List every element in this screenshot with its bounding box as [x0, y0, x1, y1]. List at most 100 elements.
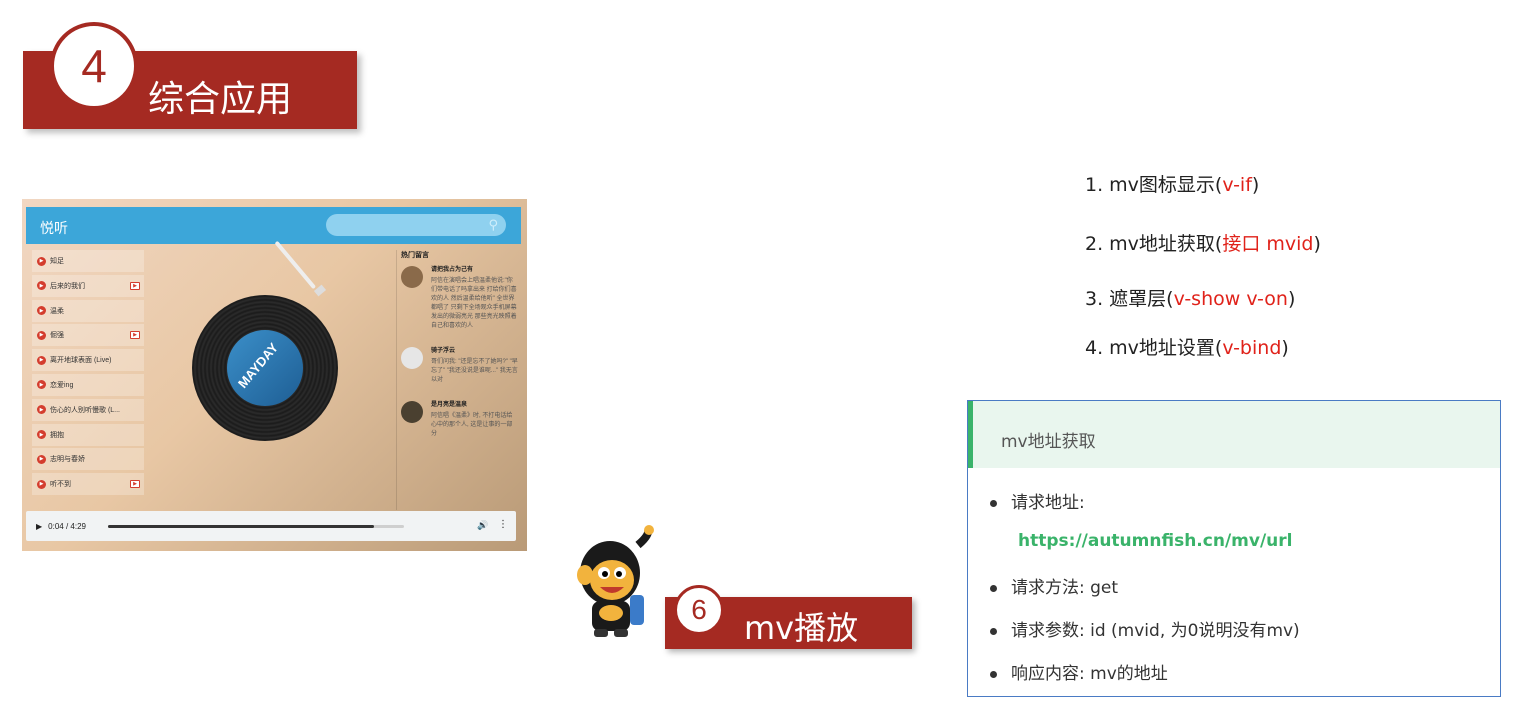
- api-detail-item: 响应内容: mv的地址: [990, 659, 1168, 684]
- song-title: 温柔: [50, 307, 64, 315]
- bullet-icon: [990, 670, 997, 678]
- avatar: [401, 401, 423, 423]
- step-text: 3. 遮罩层(: [1085, 288, 1174, 310]
- song-item[interactable]: ▶ 离开地球表面 (Live): [32, 349, 144, 372]
- play-icon[interactable]: ▶: [37, 479, 46, 489]
- song-item[interactable]: ▶ 后来的我们 ▶: [32, 274, 144, 297]
- song-item[interactable]: ▶ 听不到 ▶: [32, 473, 144, 496]
- api-detail-text: 请求地址:: [1011, 493, 1085, 513]
- play-icon[interactable]: ▶: [37, 454, 46, 464]
- api-detail-item: 请求参数: id (mvid, 为0说明没有mv): [990, 616, 1300, 641]
- tonearm: [274, 240, 317, 290]
- step-highlight: 接口 mvid: [1222, 233, 1314, 255]
- step-suffix: ): [1313, 233, 1321, 255]
- song-item[interactable]: ▶ 知足: [32, 250, 144, 272]
- comments-title: 热门留言: [401, 252, 429, 259]
- song-item[interactable]: ▶ 志明与春娇: [32, 448, 144, 471]
- mv-section-number: 6: [674, 585, 724, 635]
- mv-section-title: mv播放: [744, 609, 859, 647]
- api-detail-text: 请求参数: id (mvid, 为0说明没有mv): [1011, 621, 1300, 641]
- comment-text: 阿信在演唱会上唱温柔他说:"你们带电话了吗拿出来 打给你们喜欢的人 然后温柔给他…: [431, 278, 517, 329]
- api-detail-item: 请求地址:: [990, 488, 1085, 513]
- api-detail-text: 响应内容: mv的地址: [1011, 664, 1168, 684]
- step-highlight: v-show v-on: [1173, 288, 1288, 310]
- comment-author: 是月亮是温泉: [431, 402, 468, 408]
- step-suffix: ): [1287, 288, 1296, 310]
- step-suffix: ): [1281, 337, 1289, 359]
- song-item[interactable]: ▶ 倔强 ▶: [32, 324, 144, 347]
- song-title: 恋爱ing: [50, 381, 74, 389]
- bullet-icon: [990, 499, 997, 507]
- search-icon[interactable]: ⚲: [488, 217, 498, 233]
- song-item[interactable]: ▶ 温柔: [32, 299, 144, 322]
- api-detail-item: 请求方法: get: [990, 573, 1118, 598]
- step-item: 3. 遮罩层(v-show v-on): [1085, 284, 1295, 311]
- song-title: 志明与春娇: [50, 456, 85, 464]
- comments-panel: 热门留言 请把我占为己有阿信在演唱会上唱温柔他说:"你们带电话了吗拿出来 打给你…: [396, 250, 518, 510]
- comment-item: 请把我占为己有阿信在演唱会上唱温柔他说:"你们带电话了吗拿出来 打给你们喜欢的人…: [401, 266, 518, 331]
- step-highlight: v-bind: [1222, 337, 1282, 359]
- song-list: ▶ 知足 ▶ 后来的我们 ▶ ▶ 温柔 ▶ 倔强 ▶ ▶ 离开地球表面 (Live) ▶ 恋爱ing ▶ 伤心…: [32, 250, 144, 510]
- section-number: 4: [50, 22, 138, 110]
- card-header: mv地址获取: [968, 401, 1500, 468]
- avatar: [401, 347, 423, 369]
- step-highlight: v-if: [1222, 174, 1252, 196]
- song-item[interactable]: ▶ 拥抱: [32, 423, 144, 446]
- play-icon[interactable]: ▶: [36, 522, 42, 531]
- song-title: 伤心的人别听慢歌 (L...: [50, 406, 121, 414]
- play-icon[interactable]: ▶: [37, 380, 46, 390]
- step-item: 4. mv地址设置(v-bind): [1085, 333, 1289, 360]
- avatar: [401, 266, 423, 288]
- song-item[interactable]: ▶ 伤心的人别听慢歌 (L...: [32, 398, 144, 421]
- mv-icon[interactable]: ▶: [130, 480, 140, 489]
- section-title: 综合应用: [148, 79, 293, 120]
- song-title: 后来的我们: [50, 282, 85, 290]
- play-icon[interactable]: ▶: [37, 256, 46, 266]
- bullet-icon: [990, 584, 997, 592]
- player-time: 0:04 / 4:29: [48, 521, 86, 531]
- card-title: mv地址获取: [1001, 432, 1096, 452]
- comment-text: 哥们问我: "还是忘不了她吗?" "早忘了" "我还没说是谁呢..." 我无言以…: [431, 359, 518, 383]
- app-screenshot: 悦听 ⚲ ▶ 知足 ▶ 后来的我们 ▶ ▶ 温柔 ▶ 倔强 ▶ ▶ 离开地球表面 (Live) ▶ 恋爱i…: [22, 199, 527, 551]
- play-icon[interactable]: ▶: [37, 281, 46, 291]
- song-title: 知足: [50, 258, 64, 265]
- comment-item: 是月亮是温泉阿信唱《温柔》时, 不打电话给心中的那个人, 这是让事的一部分: [401, 401, 518, 439]
- api-info-card: mv地址获取 请求地址: 请求方法: get 请求参数: id (mvid, 为0说…: [967, 400, 1501, 697]
- play-icon[interactable]: ▶: [37, 405, 46, 415]
- search-input[interactable]: ⚲: [326, 214, 506, 236]
- api-url-link[interactable]: https://autumnfish.cn/mv/url: [1018, 531, 1292, 551]
- app-logo: 悦听: [40, 221, 68, 237]
- song-item[interactable]: ▶ 恋爱ing: [32, 373, 144, 396]
- progress-fill: [108, 525, 375, 528]
- app-header: 悦听 ⚲: [26, 207, 521, 244]
- comment-author: 请把我占为己有: [431, 267, 474, 273]
- progress-bar[interactable]: [108, 525, 404, 528]
- comment-text: 阿信唱《温柔》时, 不打电话给心中的那个人, 这是让事的一部分: [431, 413, 513, 437]
- play-icon[interactable]: ▶: [37, 330, 46, 340]
- volume-icon[interactable]: 🔊: [477, 520, 488, 531]
- vinyl-record: MAYDAY: [192, 295, 338, 441]
- audio-player[interactable]: ▶ 0:04 / 4:29 🔊 ⋮: [26, 511, 516, 541]
- step-suffix: ): [1251, 174, 1260, 196]
- step-text: 4. mv地址设置(: [1085, 337, 1223, 359]
- song-title: 听不到: [50, 481, 71, 489]
- step-item: 1. mv图标显示(v-if): [1085, 170, 1259, 197]
- bullet-icon: [990, 627, 997, 635]
- more-options-icon[interactable]: ⋮: [498, 519, 508, 530]
- play-icon[interactable]: ▶: [37, 430, 46, 440]
- play-icon[interactable]: ▶: [37, 306, 46, 316]
- song-title: 拥抱: [50, 431, 64, 439]
- monkey-mascot-icon: [577, 525, 654, 637]
- play-icon[interactable]: ▶: [37, 355, 46, 365]
- comment-author: 骑子浮云: [431, 348, 456, 354]
- step-item: 2. mv地址获取(接口 mvid): [1085, 229, 1321, 256]
- mv-icon[interactable]: ▶: [130, 281, 140, 290]
- comment-item: 骑子浮云哥们问我: "还是忘不了她吗?" "早忘了" "我还没说是谁呢..." …: [401, 347, 518, 385]
- step-text: 1. mv图标显示(: [1085, 174, 1223, 196]
- api-detail-text: 请求方法: get: [1011, 578, 1119, 598]
- step-text: 2. mv地址获取(: [1085, 233, 1223, 255]
- mv-icon[interactable]: ▶: [130, 331, 140, 340]
- album-cover: MAYDAY: [227, 330, 303, 406]
- song-title: 倔强: [50, 332, 64, 340]
- album-text: MAYDAY: [234, 340, 282, 391]
